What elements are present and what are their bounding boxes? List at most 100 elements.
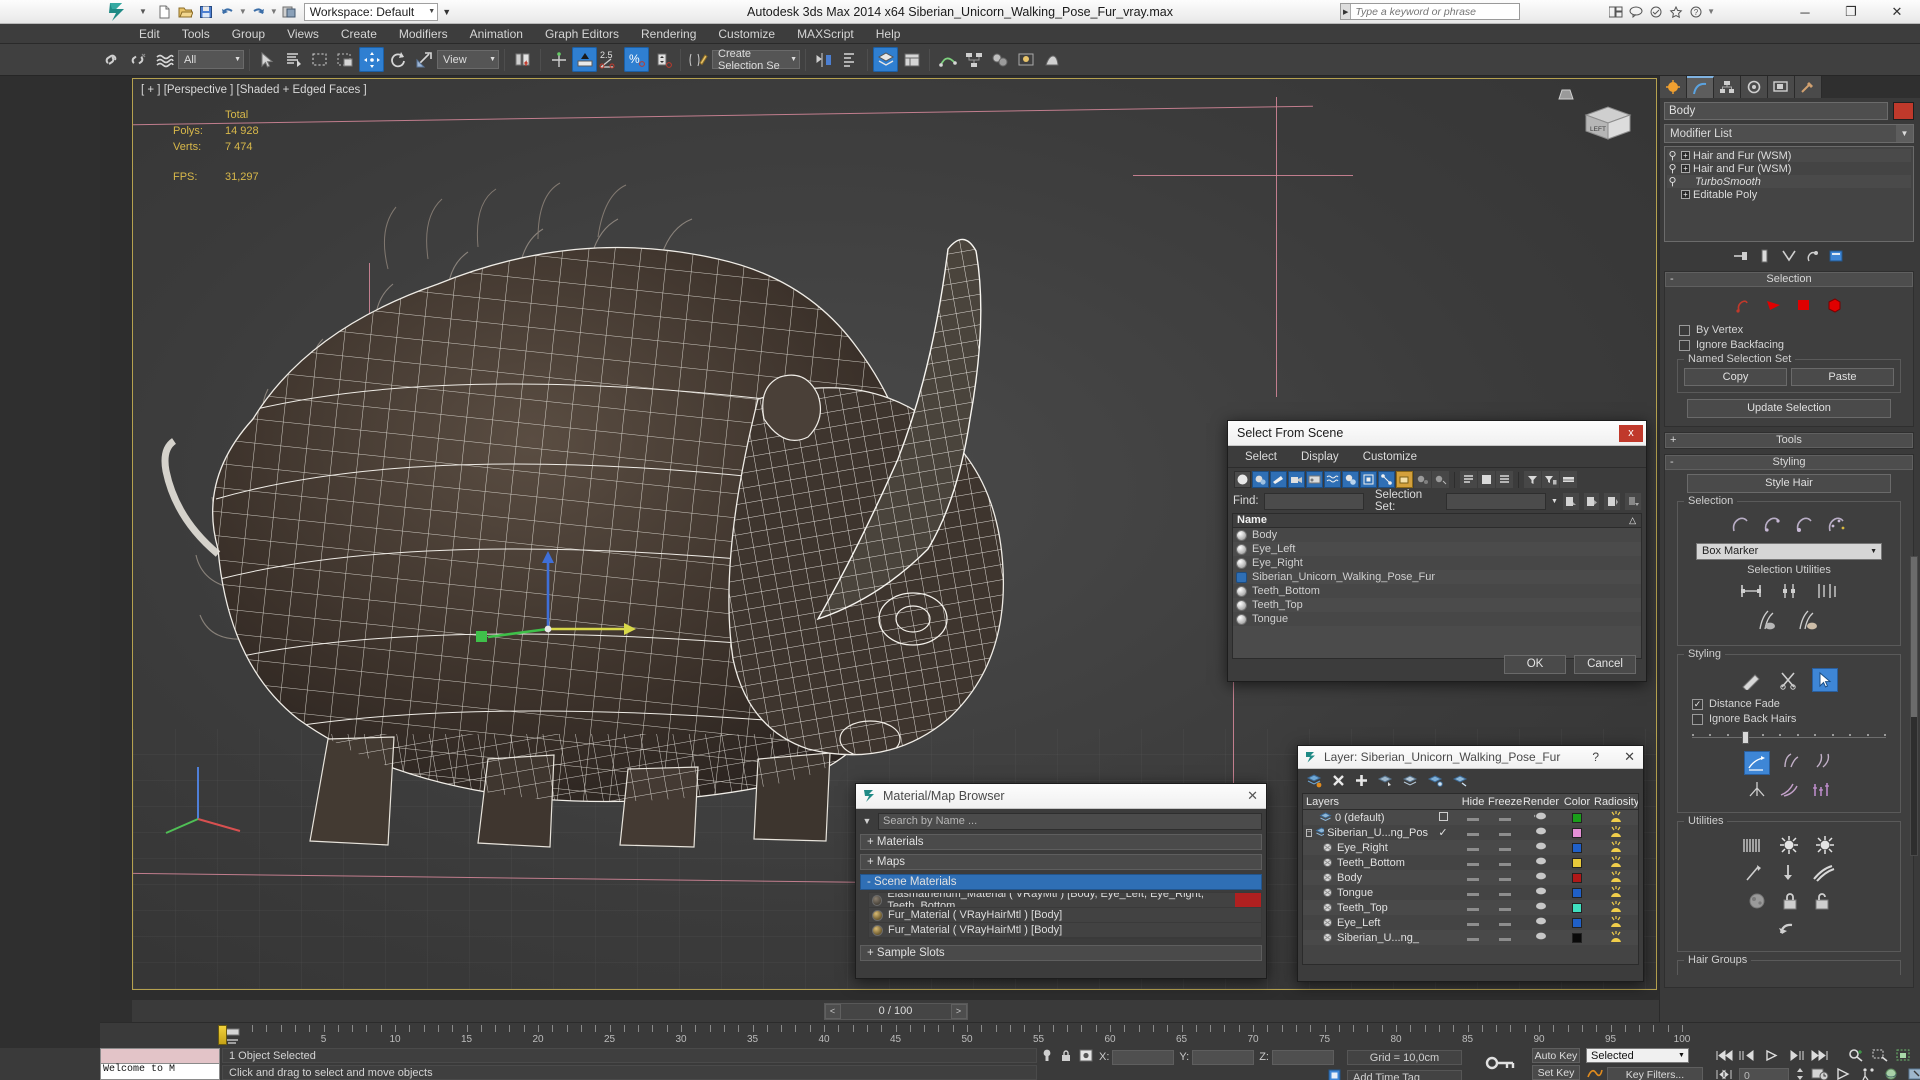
table-row[interactable]: − Siberian_U...ng_Pos ✓ (1303, 825, 1638, 840)
hair-collisions-icon[interactable] (1746, 891, 1768, 914)
maximize-button[interactable]: ❐ (1828, 0, 1874, 24)
hide-toggle[interactable] (1467, 817, 1479, 821)
key-filter-mode-combo[interactable]: Selected ▼ (1585, 1048, 1689, 1063)
scene-object-list[interactable]: Name △ Body Eye_Left Eye_Right Siberian_… (1232, 513, 1642, 659)
select-object-icon[interactable] (255, 47, 280, 72)
current-frame-input[interactable]: 0 (1738, 1068, 1789, 1080)
expand-icon[interactable]: + (1681, 151, 1690, 160)
display-containers-icon[interactable] (1396, 471, 1413, 488)
object-color-swatch[interactable] (1572, 902, 1582, 913)
edit-named-selection-sets-icon[interactable] (686, 47, 711, 72)
material-editor-icon[interactable] (987, 47, 1012, 72)
time-slider-field[interactable]: < 0 / 100 > (823, 1002, 968, 1020)
dialog-title-bar[interactable]: Material/Map Browser ✕ (856, 784, 1266, 809)
menu-graph-editors[interactable]: Graph Editors (534, 24, 630, 44)
freeze-toggle[interactable] (1499, 892, 1511, 896)
add-time-tag[interactable]: Add Time Tag (1346, 1070, 1462, 1080)
help-icon[interactable]: ? (1687, 3, 1704, 20)
hair-translate-tool-icon[interactable] (1744, 751, 1770, 775)
invert-selection-icon[interactable] (1739, 581, 1763, 604)
tab-create[interactable] (1660, 76, 1687, 98)
creature-wireframe-model[interactable] (158, 119, 1178, 859)
render-toggle-icon[interactable] (1534, 901, 1548, 911)
table-row[interactable]: Body (1303, 870, 1638, 885)
freeze-toggle[interactable] (1499, 922, 1511, 926)
key-mode-toggle-icon[interactable] (1476, 1048, 1524, 1080)
set-key-curve-icon[interactable] (1586, 1065, 1604, 1080)
track-bar[interactable]: 5 10 15 20 25 30 35 40 45 50 55 60 65 70… (100, 1022, 1920, 1048)
key-filters-button[interactable]: Key Filters... (1606, 1066, 1703, 1080)
display-bones-icon[interactable] (1378, 471, 1395, 488)
spinner-snap-toggle-icon[interactable] (650, 47, 675, 72)
zoom-region-icon[interactable] (1871, 1048, 1889, 1065)
bind-to-space-warp-icon[interactable] (152, 47, 177, 72)
merge-hair-icon[interactable] (1811, 863, 1835, 886)
cut-tool-icon[interactable] (1776, 668, 1802, 693)
menu-rendering[interactable]: Rendering (630, 24, 707, 44)
window-crossing-toggle-icon[interactable] (333, 47, 358, 72)
keyword-search[interactable]: ▶ (1340, 3, 1520, 20)
selection-lock-icon[interactable] (1059, 1048, 1073, 1066)
walkthrough-icon[interactable] (1859, 1067, 1877, 1080)
dialog-title-bar[interactable]: Select From Scene x (1228, 421, 1646, 446)
menu-help[interactable]: Help (865, 24, 912, 44)
rollout-header-styling[interactable]: - Styling (1665, 455, 1913, 470)
section-sample-slots[interactable]: + Sample Slots (860, 945, 1262, 961)
render-toggle-icon[interactable] (1534, 871, 1548, 881)
save-selection-set-icon[interactable] (1562, 492, 1579, 510)
hair-scale-tool-icon[interactable] (1810, 780, 1832, 801)
hide-toggle[interactable] (1467, 907, 1479, 911)
list-item[interactable]: Body (1233, 528, 1641, 542)
expand-icon[interactable]: + (1681, 164, 1690, 173)
display-lights-icon[interactable] (1270, 471, 1287, 488)
radiosity-icon[interactable] (1608, 885, 1624, 897)
light-bulb-icon[interactable]: ⚲ (1667, 149, 1678, 162)
light-bulb-icon[interactable]: ⚲ (1667, 175, 1678, 188)
favorites-icon[interactable] (1667, 3, 1684, 20)
render-toggle-icon[interactable] (1534, 826, 1548, 836)
list-item[interactable]: Teeth_Top (1233, 598, 1641, 612)
freeze-toggle[interactable] (1499, 907, 1511, 911)
zoom-tool-icon[interactable] (1847, 1048, 1865, 1065)
undo-dropdown-icon[interactable]: ▼ (239, 7, 247, 16)
maximize-viewport-toggle-icon[interactable] (1907, 1067, 1920, 1080)
list-item[interactable]: Elasmatherium_Material ( VRayMtl ) [Body… (869, 893, 1261, 908)
set-project-icon[interactable] (280, 2, 299, 21)
pan-view-icon[interactable] (1835, 1067, 1853, 1080)
select-and-manipulate-icon[interactable] (546, 47, 571, 72)
radiosity-icon[interactable] (1608, 930, 1624, 942)
configure-modifier-sets-icon[interactable] (1828, 247, 1846, 265)
display-space-warps-icon[interactable] (1324, 471, 1341, 488)
render-toggle-icon[interactable] (1534, 856, 1548, 866)
list-item[interactable]: Fur_Material ( VRayHairMtl ) [Body] (869, 908, 1261, 923)
rotate-selection-icon[interactable] (1777, 581, 1801, 604)
redo-dropdown-icon[interactable]: ▼ (270, 7, 278, 16)
hide-toggle[interactable] (1467, 892, 1479, 896)
x-field[interactable] (1112, 1049, 1175, 1065)
schematic-view-icon[interactable] (961, 47, 986, 72)
curve-editor-icon[interactable] (935, 47, 960, 72)
unlink-selection-icon[interactable] (126, 47, 151, 72)
hide-toggle[interactable] (1467, 832, 1479, 836)
freeze-toggle[interactable] (1499, 817, 1511, 821)
ignore-back-hairs-checkbox[interactable]: Ignore Back Hairs (1692, 713, 1894, 725)
show-end-result-icon[interactable] (1756, 247, 1774, 265)
scrollbar-thumb[interactable] (1911, 557, 1917, 717)
named-selection-set-combo[interactable]: Create Selection Se ▼ (712, 48, 800, 72)
z-field[interactable] (1271, 1049, 1334, 1065)
brush-tool-icon[interactable] (1740, 668, 1766, 693)
menu-edit[interactable]: Edit (128, 24, 171, 44)
close-button[interactable]: ✕ (1874, 0, 1920, 24)
guides-icon[interactable] (1735, 297, 1753, 316)
hair-clump-tool-icon[interactable] (1746, 780, 1768, 801)
hair-volume-icon[interactable] (1825, 297, 1843, 316)
undo-icon[interactable] (218, 2, 237, 21)
modifier-stack[interactable]: ⚲ + Hair and Fur (WSM) ⚲ + Hair and Fur … (1664, 146, 1914, 242)
hair-curl-tool-icon[interactable] (1778, 780, 1800, 801)
cancel-button[interactable]: Cancel (1574, 654, 1636, 674)
select-and-link-icon[interactable] (100, 47, 125, 72)
zoom-extents-icon[interactable] (1895, 1048, 1913, 1065)
make-unique-icon[interactable] (1780, 247, 1798, 265)
remove-selection-set-icon[interactable] (1604, 492, 1621, 510)
orbit-view-icon[interactable] (1883, 1067, 1901, 1080)
